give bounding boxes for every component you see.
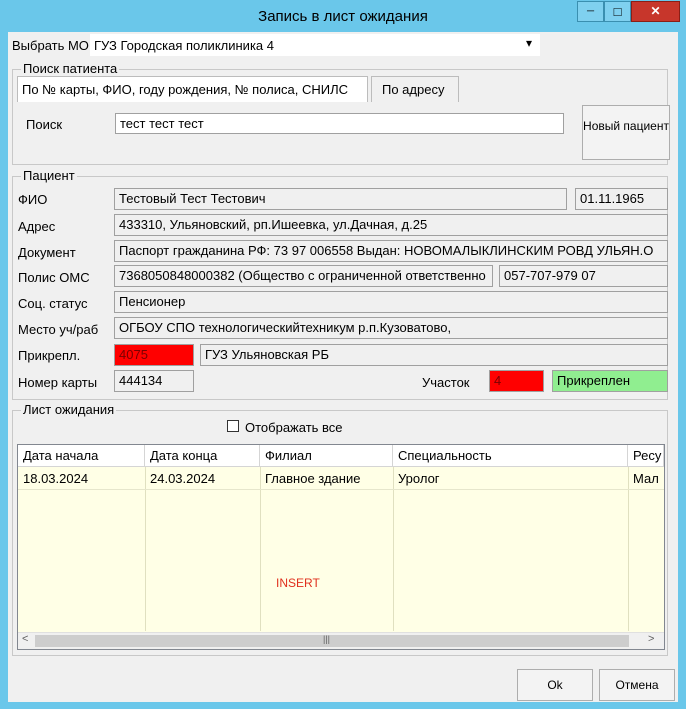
column-header-resource[interactable]: Ресу [628,445,664,467]
title-bar: Запись в лист ожидания ─ □ ✕ [0,0,686,32]
column-header-branch[interactable]: Филиал [260,445,393,467]
tab-search-main-label: По № карты, ФИО, году рождения, № полиса… [22,82,348,97]
birthdate-field[interactable]: 01.11.1965 [575,188,668,210]
scrollbar-thumb[interactable]: ||| [35,634,629,647]
table-row[interactable]: 18.03.2024 24.03.2024 Главное здание Уро… [18,468,664,490]
column-divider [145,467,146,631]
district-label: Участок [422,375,470,390]
close-icon: ✕ [650,4,661,18]
mo-select-value: ГУЗ Городская поликлиника 4 [94,38,274,53]
search-label: Поиск [26,117,63,132]
insert-mode-indicator: INSERT [276,576,320,590]
cell-end-date: 24.03.2024 [150,471,216,486]
ok-button-label: Ok [547,678,563,692]
oms-field[interactable]: 7368050848000382 (Общество с ограниченно… [114,265,493,287]
column-header-specialty[interactable]: Специальность [393,445,628,467]
column-divider [628,467,629,631]
attach-org-field[interactable]: ГУЗ Ульяновская РБ [200,344,668,366]
cell-branch: Главное здание [265,471,361,486]
address-field[interactable]: 433310, Ульяновский, рп.Ишеевка, ул.Дачн… [114,214,668,236]
maximize-button[interactable]: □ [604,1,631,22]
search-group-title: Поиск патиента [21,61,120,76]
waitlist-group-title: Лист ожидания [21,402,117,417]
new-patient-button-label: Новый пациент [583,119,669,133]
minimize-icon: ─ [586,6,595,17]
patient-group-title: Пациент [21,168,77,183]
chevron-down-icon: ▾ [526,36,533,50]
horizontal-scrollbar[interactable]: < ||| > [18,632,664,649]
cell-resource: Мал [633,471,659,486]
waitlist-table: Дата начала Дата конца Филиал Специально… [17,444,665,650]
scroll-right-icon[interactable]: > [648,633,654,645]
document-label: Документ [18,245,76,260]
dialog-window: Запись в лист ожидания ─ □ ✕ Выбрать МО … [0,0,686,709]
social-status-label: Соц. статус [18,296,88,311]
attach-code-field[interactable]: 4075 [114,344,194,366]
fio-field[interactable]: Тестовый Тест Тестович [114,188,567,210]
fio-label: ФИО [18,192,48,207]
maximize-icon: □ [613,4,622,19]
document-field[interactable]: Паспорт гражданина РФ: 73 97 006558 Выда… [114,240,668,262]
attach-status-field[interactable]: Прикреплен [552,370,668,392]
show-all-label: Отображать все [245,420,343,435]
work-place-label: Место уч/раб [18,322,99,337]
cancel-button[interactable]: Отмена [599,669,675,701]
mo-select[interactable]: ГУЗ Городская поликлиника 4 ▾ [90,34,540,56]
tab-search-main[interactable]: По № карты, ФИО, году рождения, № полиса… [17,76,368,102]
column-header-start-date[interactable]: Дата начала [18,445,145,467]
cancel-button-label: Отмена [615,678,659,692]
tab-search-address-label: По адресу [382,82,445,97]
district-field[interactable]: 4 [489,370,544,392]
card-number-field[interactable]: 444134 [114,370,194,392]
column-header-end-date[interactable]: Дата конца [145,445,260,467]
scroll-left-icon[interactable]: < [22,633,28,645]
search-input[interactable]: тест тест тест [115,113,564,134]
show-all-checkbox[interactable] [227,420,239,432]
work-place-field[interactable]: ОГБОУ СПО технологическийтехникум р.п.Ку… [114,317,668,339]
new-patient-button[interactable]: Новый пациент [582,105,670,160]
scrollbar-grip-icon: ||| [323,634,331,644]
table-header: Дата начала Дата конца Филиал Специально… [18,445,664,467]
social-status-field[interactable]: Пенсионер [114,291,668,313]
oms-label: Полис ОМС [18,270,90,285]
mo-label: Выбрать МО [12,38,89,53]
attach-label: Прикрепл. [18,348,81,363]
cell-specialty: Уролог [398,471,440,486]
dialog-body: Выбрать МО ГУЗ Городская поликлиника 4 ▾… [8,32,678,702]
cell-start-date: 18.03.2024 [23,471,89,486]
minimize-button[interactable]: ─ [577,1,604,22]
card-number-label: Номер карты [18,375,98,390]
address-label: Адрес [18,219,56,234]
close-button[interactable]: ✕ [631,1,680,22]
snils-field[interactable]: 057-707-979 07 [499,265,668,287]
column-divider [393,467,394,631]
tab-search-address[interactable]: По адресу [371,76,459,102]
ok-button[interactable]: Ok [517,669,593,701]
column-divider [260,467,261,631]
